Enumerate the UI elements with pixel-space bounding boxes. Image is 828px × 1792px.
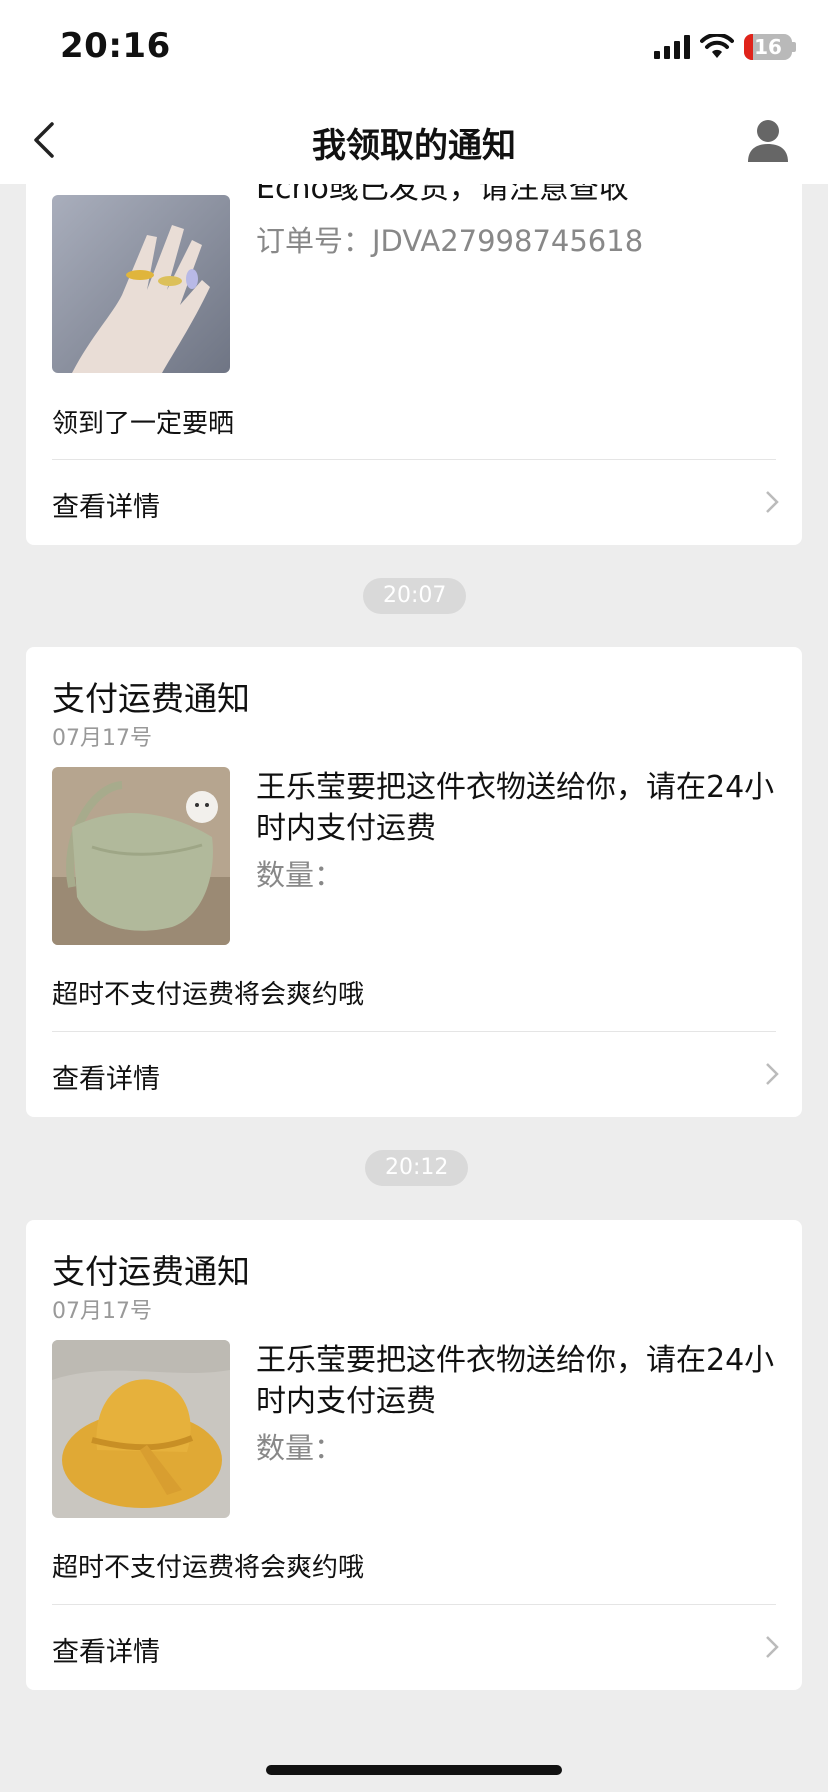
view-details-link[interactable]: 查看详情 [26, 1604, 802, 1690]
card-title: 支付运费通知 [52, 1252, 250, 1291]
notification-note: 超时不支付运费将会爽约哦 [52, 1553, 365, 1583]
battery-icon: 16 [744, 34, 796, 60]
order-number: 订单号：JDVA27998745618 [256, 224, 644, 258]
quantity-label: 数量： [256, 1431, 344, 1465]
status-time: 20:16 [60, 26, 171, 66]
page-title: 我领取的通知 [312, 126, 516, 166]
user-icon[interactable] [744, 116, 792, 164]
view-details-label: 查看详情 [52, 1637, 160, 1668]
home-indicator[interactable] [266, 1765, 562, 1775]
signal-icon [654, 35, 690, 59]
card-title: 支付运费通知 [52, 679, 250, 718]
battery-level: 16 [754, 35, 782, 59]
quantity-label: 数量： [256, 858, 344, 892]
chevron-right-icon [766, 1063, 779, 1085]
wifi-icon [700, 34, 734, 58]
item-thumbnail[interactable] [52, 195, 230, 373]
view-details-link[interactable]: 查看详情 [26, 459, 802, 545]
timestamp-badge: 20:07 [363, 578, 467, 614]
notification-message: 王乐莹要把这件衣物送给你，请在24小时内支付运费 [256, 1343, 775, 1419]
chevron-right-icon [766, 491, 779, 513]
timestamp-badge: 20:12 [365, 1150, 469, 1186]
notification-note: 领到了一定要晒 [52, 409, 235, 439]
view-details-link[interactable]: 查看详情 [26, 1031, 802, 1117]
notification-card: 支付运费通知 07月17号 王乐莹要把这件衣物送给你，请在24小时内支付运费 数… [26, 1220, 802, 1690]
notification-message: 王乐莹要把这件衣物送给你，请在24小时内支付运费 [256, 770, 775, 846]
notification-card: Echo彧已发货，请注意查收 订单号：JDVA27998745618 领到了一定… [26, 160, 802, 545]
view-details-label: 查看详情 [52, 1064, 160, 1095]
item-thumbnail[interactable] [52, 767, 230, 945]
card-date: 07月17号 [52, 726, 152, 751]
status-icons: 16 [654, 34, 796, 60]
notification-note: 超时不支付运费将会爽约哦 [52, 980, 365, 1010]
view-details-label: 查看详情 [52, 492, 160, 523]
chevron-right-icon [766, 1636, 779, 1658]
status-bar: 20:16 16 [0, 0, 828, 96]
navigation-bar: 我领取的通知 [0, 96, 828, 184]
notification-card: 支付运费通知 07月17号 王乐莹要把这件衣物送给你，请在24小时内支付运费 数… [26, 647, 802, 1117]
item-thumbnail[interactable] [52, 1340, 230, 1518]
card-date: 07月17号 [52, 1299, 152, 1324]
